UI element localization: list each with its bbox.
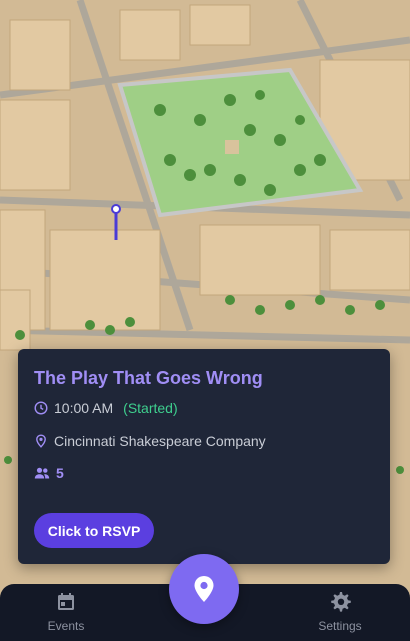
attendee-count: 5 bbox=[56, 465, 64, 481]
nav-item-events[interactable]: Events bbox=[26, 590, 106, 633]
calendar-icon bbox=[54, 590, 78, 614]
map-pin-icon bbox=[192, 575, 216, 603]
gear-icon bbox=[328, 590, 352, 614]
event-venue: Cincinnati Shakespeare Company bbox=[54, 433, 266, 449]
people-icon bbox=[34, 466, 50, 480]
nav-label-events: Events bbox=[47, 619, 85, 633]
event-title: The Play That Goes Wrong bbox=[34, 368, 263, 388]
clock-icon bbox=[34, 401, 48, 415]
rsvp-button[interactable]: Click to RSVP bbox=[34, 513, 154, 548]
event-card: The Play That Goes Wrong 10:00 AM (Start… bbox=[18, 349, 390, 564]
event-time-row: 10:00 AM (Started) bbox=[34, 400, 178, 416]
attendee-row: 5 bbox=[34, 465, 64, 481]
map-marker[interactable] bbox=[108, 200, 124, 242]
nav-item-settings[interactable]: Settings bbox=[300, 590, 380, 633]
event-time: 10:00 AM bbox=[54, 400, 114, 416]
event-status: (Started) bbox=[123, 400, 178, 416]
map-fab-button[interactable] bbox=[169, 554, 239, 624]
nav-label-settings: Settings bbox=[318, 619, 362, 633]
event-venue-row: Cincinnati Shakespeare Company bbox=[34, 433, 266, 449]
location-pin-icon bbox=[34, 434, 48, 448]
